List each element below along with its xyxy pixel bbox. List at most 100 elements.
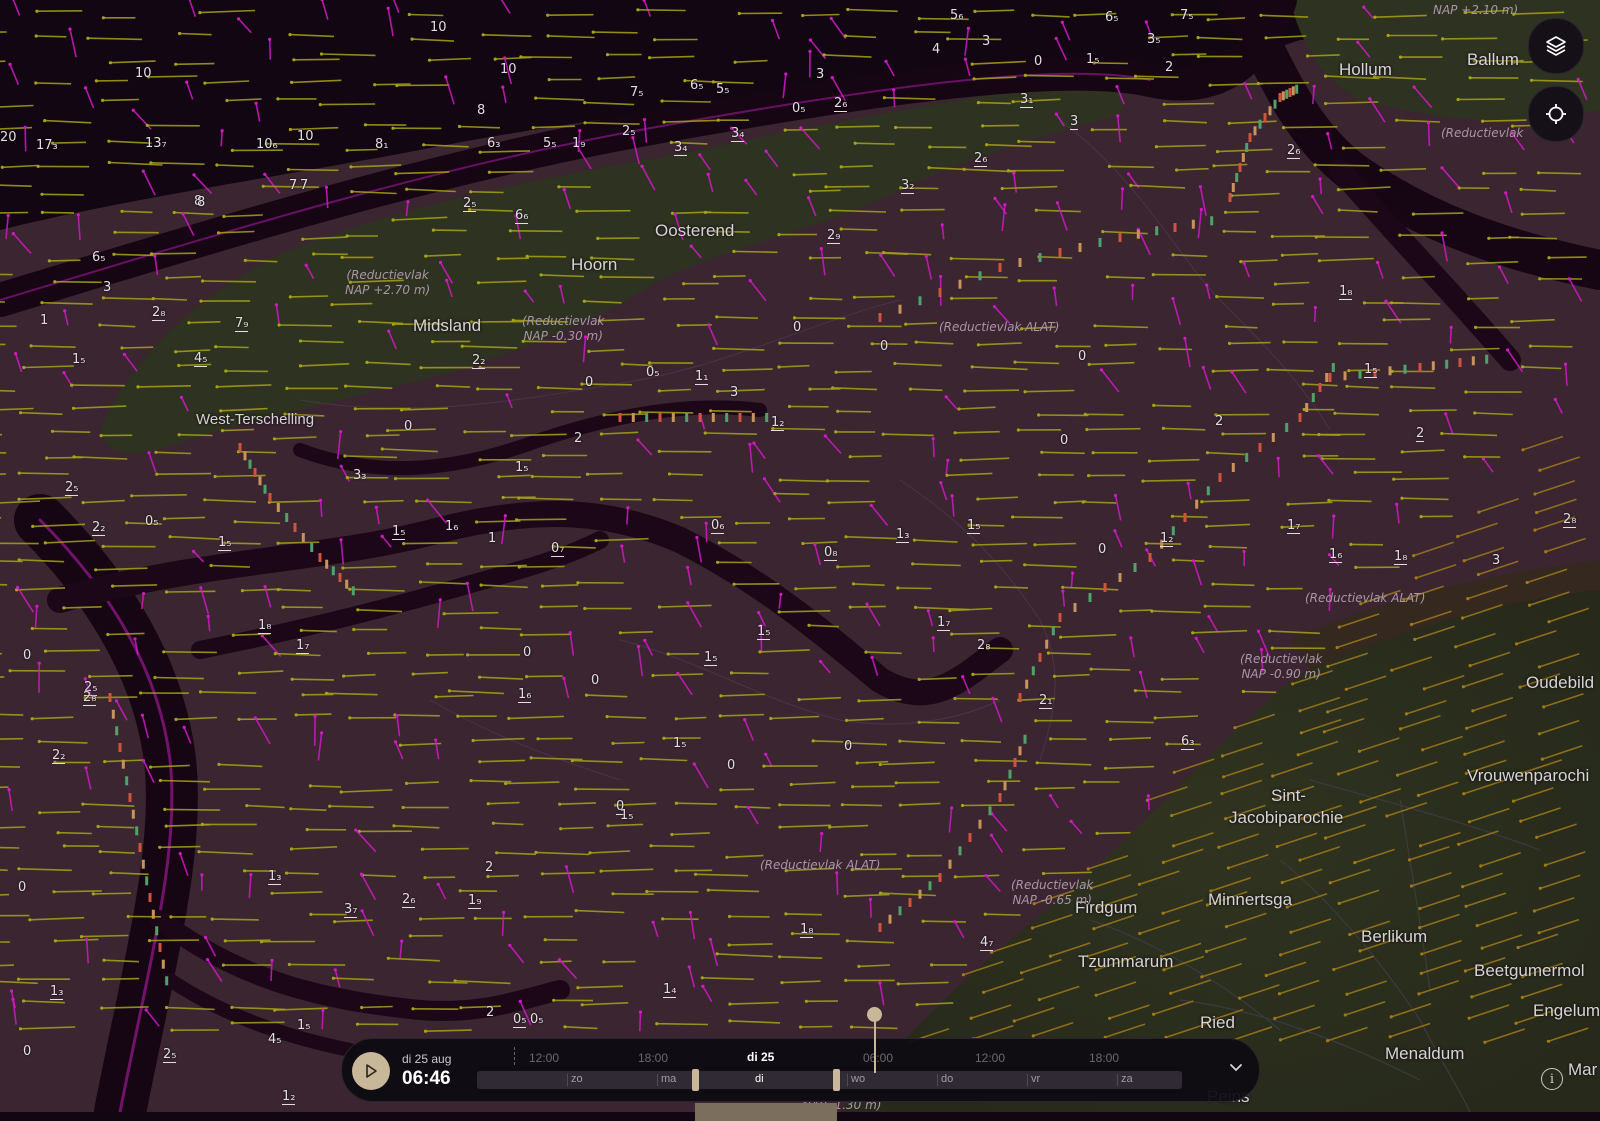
- day-label[interactable]: za: [1121, 1073, 1133, 1085]
- depth-sounding: 0₅: [513, 1012, 526, 1028]
- range-handle-right[interactable]: [833, 1069, 840, 1091]
- buoy-marker: [1032, 666, 1035, 675]
- tide-arrow-head: [1474, 326, 1477, 329]
- tide-arrow-head: [583, 101, 586, 104]
- place-label: Engelum: [1533, 1001, 1600, 1021]
- tide-arrow-head: [1127, 172, 1130, 175]
- tide-arrow-head: [1463, 753, 1466, 756]
- timeline-track[interactable]: 12:00 18:00 di 25 06:00 12:00 18:00 zo m…: [477, 1039, 1211, 1103]
- tide-arrow-head: [932, 636, 935, 639]
- buoy-marker: [244, 451, 247, 460]
- buoy-marker: [142, 860, 145, 869]
- tide-arrow-head: [136, 385, 139, 388]
- tide-arrow-head: [563, 1025, 566, 1028]
- layers-button[interactable]: [1528, 18, 1584, 74]
- tide-arrow-head: [953, 697, 956, 700]
- tide-arrow: [179, 435, 212, 436]
- tide-arrow-head: [1169, 992, 1172, 995]
- tide-arrow-head: [273, 437, 276, 440]
- buoy-marker: [1295, 85, 1298, 94]
- day-label[interactable]: wo: [851, 1073, 865, 1085]
- tide-arrow-head: [1199, 185, 1202, 188]
- tide-arrow-head: [763, 477, 766, 480]
- selected-day[interactable]: [695, 1103, 837, 1121]
- tide-arrow-head: [163, 517, 166, 520]
- day-label[interactable]: ma: [661, 1073, 676, 1085]
- tide-arrow-head: [45, 456, 48, 459]
- tide-arrow-head: [819, 660, 822, 663]
- nautical-map[interactable]: [0, 0, 1600, 1112]
- tide-arrow: [988, 648, 1019, 649]
- tide-arrow-head: [454, 979, 457, 982]
- tide-arrow-head: [1257, 82, 1260, 85]
- tide-arrow-head: [743, 718, 746, 721]
- tide-arrow-head: [395, 84, 398, 87]
- tide-arrow-head: [409, 934, 412, 937]
- depth-sounding: 2₂: [52, 748, 65, 764]
- tide-arrow-head: [1336, 646, 1339, 649]
- buoy-marker: [145, 876, 148, 885]
- depth-sounding: 1₆: [1329, 547, 1342, 563]
- place-label: Menaldum: [1385, 1044, 1464, 1064]
- tide-arrow: [1224, 231, 1256, 232]
- tide-arrow: [271, 960, 272, 981]
- hour-label: 12:00: [529, 1051, 559, 1065]
- day-label[interactable]: vr: [1031, 1073, 1040, 1085]
- tide-arrow-head: [165, 276, 168, 279]
- tide-arrow-head: [674, 213, 677, 216]
- day-label[interactable]: di: [755, 1073, 764, 1085]
- tide-arrow-head: [109, 61, 112, 64]
- tide-arrow-head: [277, 542, 280, 545]
- tide-arrow-head: [1564, 363, 1567, 366]
- day-bar[interactable]: zo ma di wo do vr za: [477, 1071, 1182, 1089]
- day-label[interactable]: zo: [571, 1073, 583, 1085]
- depth-sounding: 2: [1416, 426, 1424, 442]
- tide-arrow: [952, 633, 1000, 634]
- tide-arrow-head: [1541, 758, 1544, 761]
- locate-button[interactable]: [1528, 86, 1584, 142]
- play-button[interactable]: [352, 1052, 390, 1090]
- tide-arrow-head: [1147, 794, 1150, 797]
- depth-sounding: 0₆: [711, 518, 724, 534]
- tide-arrow-head: [1171, 13, 1174, 16]
- tide-arrow-head: [1209, 545, 1212, 548]
- tide-arrow: [1042, 452, 1085, 453]
- buoy-marker: [1207, 486, 1210, 495]
- tide-arrow-head: [981, 124, 984, 127]
- tide-arrow-head: [426, 562, 429, 565]
- reference-level-label: (Reductievlak NAP +2.70 m): [345, 268, 430, 298]
- tide-arrow-head: [738, 12, 741, 15]
- tide-arrow-head: [1385, 814, 1388, 817]
- tide-arrow-head: [1338, 208, 1341, 211]
- tide-arrow-head: [103, 760, 106, 763]
- buoy-marker: [1269, 106, 1272, 115]
- place-label: Jacobiparochie: [1229, 808, 1343, 828]
- tide-arrow-head: [820, 247, 823, 250]
- tide-arrow-head: [504, 514, 507, 517]
- tide-arrow-head: [463, 430, 466, 433]
- tide-arrow-head: [1466, 262, 1469, 265]
- tide-arrow-head: [1415, 576, 1418, 579]
- tide-arrow-head: [1073, 14, 1076, 17]
- info-button[interactable]: i: [1541, 1068, 1563, 1090]
- tide-arrow: [510, 231, 562, 232]
- tide-arrow-head: [1173, 771, 1176, 774]
- tide-arrow-head: [198, 11, 201, 14]
- tide-arrow-head: [214, 345, 217, 348]
- range-handle-left[interactable]: [692, 1069, 699, 1091]
- tide-arrow: [176, 64, 215, 65]
- tide-arrow: [613, 743, 645, 744]
- tide-arrow-head: [778, 610, 781, 613]
- day-label[interactable]: do: [941, 1073, 953, 1085]
- tide-arrow-head: [1228, 342, 1231, 345]
- tide-arrow-head: [237, 718, 240, 721]
- tide-arrow-head: [963, 389, 966, 392]
- tide-arrow-head: [360, 873, 363, 876]
- tide-arrow-head: [130, 494, 133, 497]
- buoy-marker: [1239, 163, 1242, 172]
- tide-arrow-head: [479, 151, 482, 154]
- tide-arrow-head: [854, 142, 857, 145]
- tide-arrow-head: [306, 828, 309, 831]
- time-scrubber-handle[interactable]: [867, 1007, 882, 1022]
- collapse-button[interactable]: [1229, 1059, 1243, 1078]
